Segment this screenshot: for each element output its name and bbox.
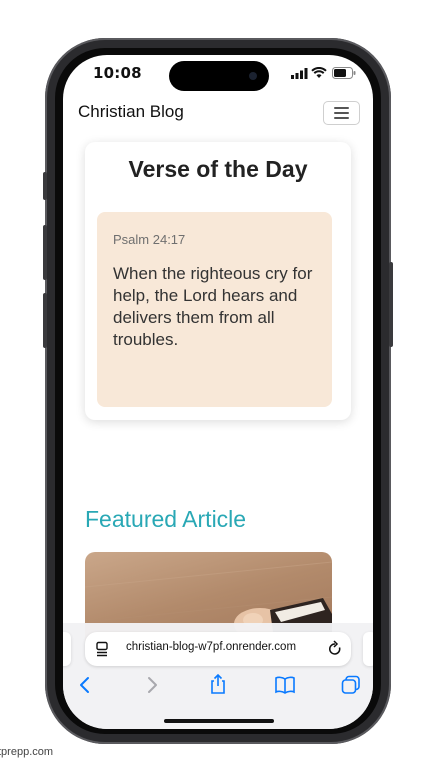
status-time: 10:08 xyxy=(93,64,142,82)
verse-text: When the righteous cry for help, the Lor… xyxy=(113,264,313,349)
bookmarks-icon[interactable] xyxy=(274,675,296,695)
tabs-icon[interactable] xyxy=(341,675,361,695)
hamburger-icon-line xyxy=(334,112,349,114)
verse-card-title: Verse of the Day xyxy=(128,156,308,182)
action-button xyxy=(43,172,47,200)
wifi-icon xyxy=(311,67,327,78)
phone-screen: 10:08 Christian Blog Verse of the Day Ps… xyxy=(63,55,373,729)
site-brand[interactable]: Christian Blog xyxy=(78,102,184,122)
home-indicator xyxy=(164,719,274,723)
safari-bottom-bar: christian-blog-w7pf.onrender.com xyxy=(63,623,373,729)
hamburger-icon xyxy=(334,107,349,109)
reload-icon[interactable] xyxy=(327,640,343,658)
verse-reference: Psalm 24:17 xyxy=(113,232,186,247)
previous-tab-pill[interactable] xyxy=(63,632,71,666)
address-bar[interactable]: christian-blog-w7pf.onrender.com xyxy=(85,632,351,666)
back-icon[interactable] xyxy=(78,675,92,695)
power-button xyxy=(389,262,393,347)
page-caption: tprepp.com xyxy=(0,746,54,758)
page-menu-icon[interactable] xyxy=(95,641,109,657)
forward-icon[interactable] xyxy=(145,675,159,695)
verse-of-day-card: Verse of the Day Psalm 24:17 When the ri… xyxy=(85,142,351,420)
camera-icon xyxy=(249,72,257,80)
menu-button[interactable] xyxy=(323,101,360,125)
share-icon[interactable] xyxy=(208,673,228,695)
volume-down-button xyxy=(43,293,47,348)
url-text: christian-blog-w7pf.onrender.com xyxy=(126,641,297,653)
site-navbar: Christian Blog xyxy=(63,95,373,139)
battery-icon xyxy=(332,67,356,79)
status-bar: 10:08 xyxy=(63,55,373,95)
next-tab-pill[interactable] xyxy=(363,632,373,666)
verse-box: Psalm 24:17 When the righteous cry for h… xyxy=(97,212,332,407)
dynamic-island xyxy=(169,61,269,91)
featured-article-heading: Featured Article xyxy=(85,506,247,532)
cellular-signal-icon xyxy=(291,68,308,79)
volume-up-button xyxy=(43,225,47,280)
hamburger-icon-line xyxy=(334,117,349,119)
